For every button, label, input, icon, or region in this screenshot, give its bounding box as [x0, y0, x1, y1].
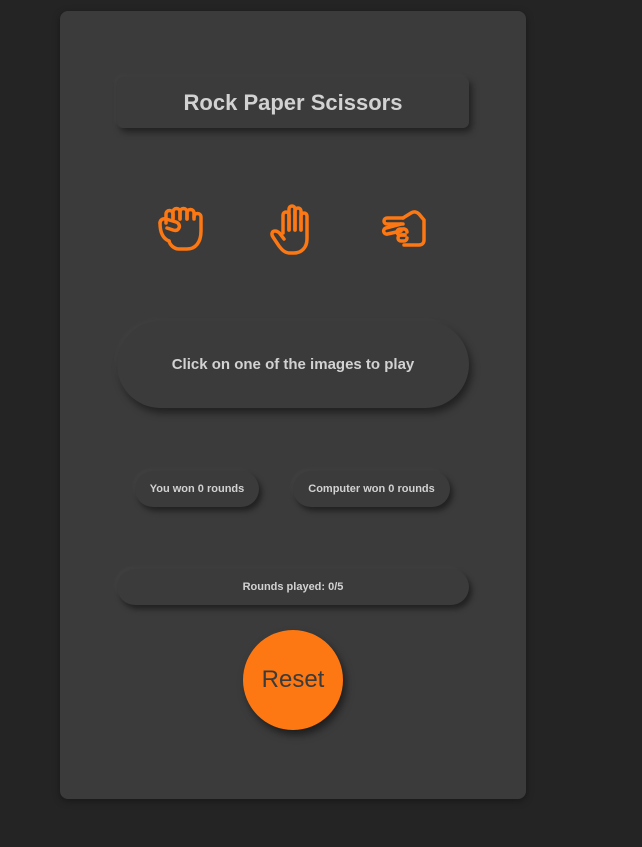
open-hand-icon	[270, 204, 309, 255]
reset-button[interactable]: Reset	[243, 630, 343, 730]
scissors-choice[interactable]	[374, 201, 434, 261]
game-title: Rock Paper Scissors	[117, 77, 469, 128]
computer-score-badge: Computer won 0 rounds	[293, 471, 450, 507]
fist-icon	[158, 206, 203, 251]
user-score-badge: You won 0 rounds	[135, 471, 259, 507]
rounds-counter: Rounds played: 0/5	[117, 569, 469, 605]
rock-choice[interactable]	[152, 201, 212, 261]
game-message: Click on one of the images to play	[117, 321, 469, 408]
paper-choice[interactable]	[263, 201, 323, 261]
game-card: Rock Paper Scissors Click on one of the …	[60, 11, 526, 799]
scissors-hand-icon	[381, 210, 426, 247]
